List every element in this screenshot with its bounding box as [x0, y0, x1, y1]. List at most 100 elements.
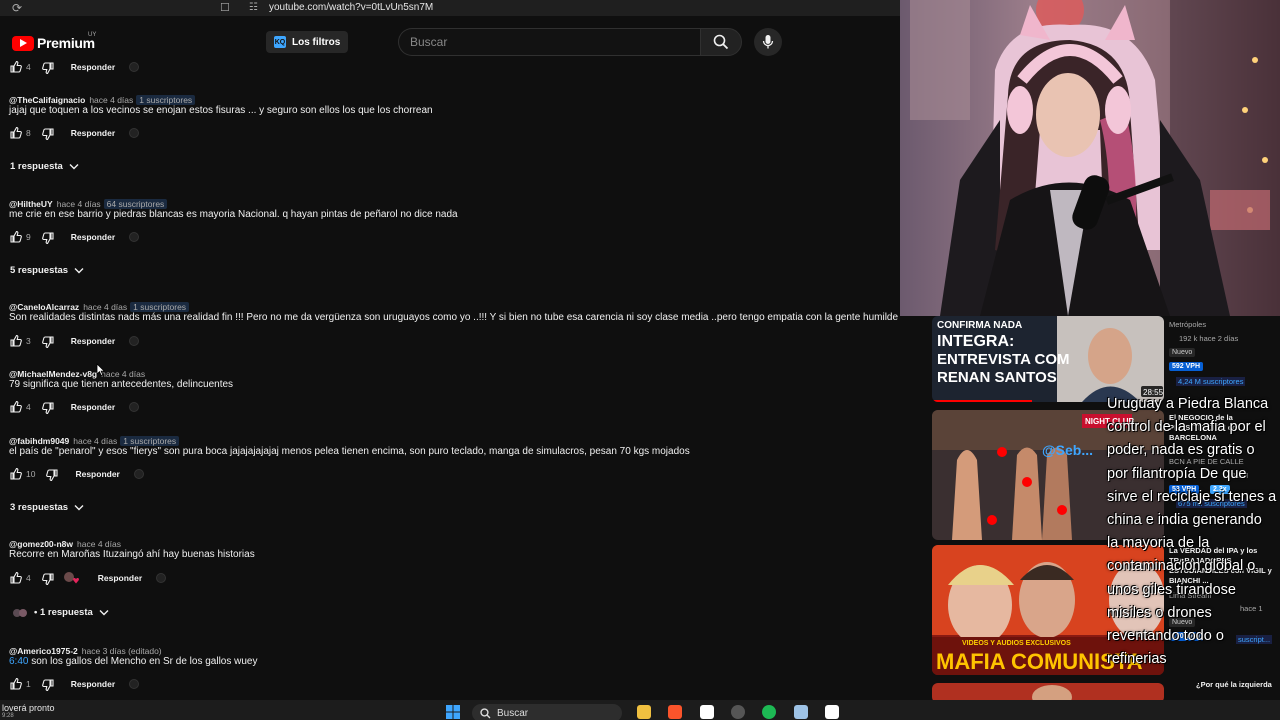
replies-toggle[interactable]: 3 respuestas — [10, 502, 84, 513]
search-input[interactable] — [398, 28, 700, 56]
video-thumbnail[interactable]: CONFIRMA NADA INTEGRA: ENTREVISTA COM RE… — [932, 316, 1164, 402]
replies-toggle[interactable]: 1 respuesta — [10, 161, 79, 172]
vph-badge: 592 VPH — [1169, 362, 1204, 371]
comment-text: me crie en ese barrio y piedras blancas … — [9, 209, 458, 220]
video-timestamp-link[interactable]: 6:40 — [9, 656, 28, 667]
dislike-icon[interactable] — [41, 677, 54, 691]
video-title[interactable]: ¿Por qué la izquierda — [1196, 680, 1272, 690]
comment-author[interactable]: @HiltheUY — [9, 199, 53, 209]
thumb-text: @Seb... — [1042, 442, 1093, 458]
creator-heart-placeholder — [133, 469, 144, 479]
comment-text: el país de "penarol" y esos "fierys" son… — [9, 446, 690, 457]
reply-button[interactable]: Responder — [71, 128, 115, 138]
comment-time[interactable]: hace 3 días (editado) — [82, 646, 162, 656]
notepad-icon[interactable] — [794, 705, 808, 719]
like-icon[interactable] — [9, 230, 22, 244]
dislike-icon[interactable] — [41, 571, 54, 585]
comment-actions: 8 Responder — [9, 126, 140, 140]
new-badge: Nuevo — [1169, 348, 1196, 357]
capcut-icon[interactable] — [825, 705, 839, 719]
comment-author[interactable]: @MichaelMendez-v8g — [9, 369, 97, 379]
url-text[interactable]: youtube.com/watch?v=0tLvUn5sn7M — [269, 2, 433, 13]
creator-heart-placeholder — [129, 402, 140, 412]
file-explorer-icon[interactable] — [637, 705, 651, 719]
taskbar-search[interactable]: Buscar — [472, 704, 622, 720]
dislike-icon[interactable] — [41, 230, 54, 244]
obs-icon[interactable] — [731, 705, 745, 719]
comment-time[interactable]: hace 4 días — [101, 369, 145, 379]
replies-toggle[interactable]: 5 respuestas — [10, 265, 84, 276]
app-icon[interactable] — [700, 705, 714, 719]
like-count: 10 — [26, 469, 36, 479]
comment-actions: 4 Responder — [9, 571, 167, 585]
comment-time[interactable]: hace 4 días — [77, 539, 121, 549]
like-count: 9 — [26, 232, 31, 242]
comment-actions: 1 Responder — [9, 677, 140, 691]
stream-overlay-text: Uruguay a Piedra Blanca control de la ma… — [1107, 396, 1277, 668]
comment-time[interactable]: hace 4 días — [89, 95, 133, 105]
dislike-icon[interactable] — [41, 400, 54, 414]
reply-button[interactable]: Responder — [75, 469, 119, 479]
comment-time[interactable]: hace 4 días — [57, 199, 101, 209]
like-icon[interactable] — [9, 400, 22, 414]
creator-heart-placeholder — [129, 232, 140, 242]
like-icon[interactable] — [9, 60, 22, 74]
comment-actions: 3 Responder — [9, 334, 140, 348]
filters-button[interactable]: KQ Los filtros — [266, 31, 349, 53]
comment-author[interactable]: @Americo1975-2 — [9, 646, 78, 656]
youtube-logo-icon — [12, 35, 34, 51]
spotify-icon[interactable] — [762, 705, 776, 719]
like-icon[interactable] — [9, 677, 22, 691]
like-icon[interactable] — [9, 126, 22, 140]
country-code: UY — [88, 32, 97, 38]
like-count: 4 — [26, 62, 31, 72]
status-subtext: 9:28 — [2, 713, 14, 719]
comment-author[interactable]: @fabihdm9049 — [9, 436, 69, 446]
like-icon[interactable] — [9, 467, 22, 481]
comment-time[interactable]: hace 4 días — [73, 436, 117, 446]
reload-icon[interactable]: ⟳ — [12, 1, 22, 15]
mouse-cursor-icon — [96, 363, 105, 376]
subscriber-badge: 64 suscriptores — [103, 199, 168, 209]
comment-author[interactable]: @TheCalifaignacio — [9, 95, 85, 105]
creator-heart-placeholder — [129, 679, 140, 689]
comment-actions: 4 Responder — [9, 400, 140, 414]
site-info-icon[interactable]: ☷ — [249, 2, 258, 13]
reply-button[interactable]: Responder — [98, 573, 142, 583]
like-icon[interactable] — [9, 334, 22, 348]
like-icon[interactable] — [9, 571, 22, 585]
reply-button[interactable]: Responder — [71, 62, 115, 72]
creator-heart — [62, 571, 84, 585]
reply-button[interactable]: Responder — [71, 232, 115, 242]
filters-label: Los filtros — [292, 36, 341, 48]
dislike-icon[interactable] — [45, 467, 59, 481]
bookmark-icon[interactable]: ☐ — [220, 1, 230, 14]
comment-text: Son realidades distintas nads más una re… — [9, 312, 904, 323]
comment-author[interactable]: @gomez00-n8w — [9, 539, 73, 549]
brave-browser-icon[interactable] — [668, 705, 682, 719]
reply-button[interactable]: Responder — [71, 336, 115, 346]
voice-search-button[interactable] — [754, 28, 782, 56]
thumb-text: ENTREVISTA COM — [937, 351, 1070, 368]
dislike-icon[interactable] — [41, 126, 54, 140]
search-button[interactable] — [700, 28, 742, 56]
logo-text: Premium — [37, 35, 95, 51]
like-count: 4 — [26, 573, 31, 583]
video-thumbnail[interactable] — [932, 683, 1164, 700]
replies-toggle[interactable]: • 1 respuesta — [6, 607, 109, 618]
channel-name[interactable]: Metrópoles — [1169, 320, 1206, 330]
youtube-premium-logo[interactable]: Premium — [12, 35, 95, 51]
windows-start-icon[interactable] — [446, 705, 460, 719]
like-count: 8 — [26, 128, 31, 138]
like-count: 3 — [26, 336, 31, 346]
status-text: loverá pronto — [2, 703, 55, 713]
dislike-icon[interactable] — [41, 60, 54, 74]
streamer-webcam — [900, 0, 1280, 316]
reply-button[interactable]: Responder — [71, 402, 115, 412]
comment-time[interactable]: hace 4 días — [83, 302, 127, 312]
reply-button[interactable]: Responder — [71, 679, 115, 689]
creator-heart-placeholder — [129, 336, 140, 346]
chevron-down-icon — [74, 267, 84, 274]
comment-author[interactable]: @CaneloAlcarraz — [9, 302, 79, 312]
dislike-icon[interactable] — [41, 334, 54, 348]
